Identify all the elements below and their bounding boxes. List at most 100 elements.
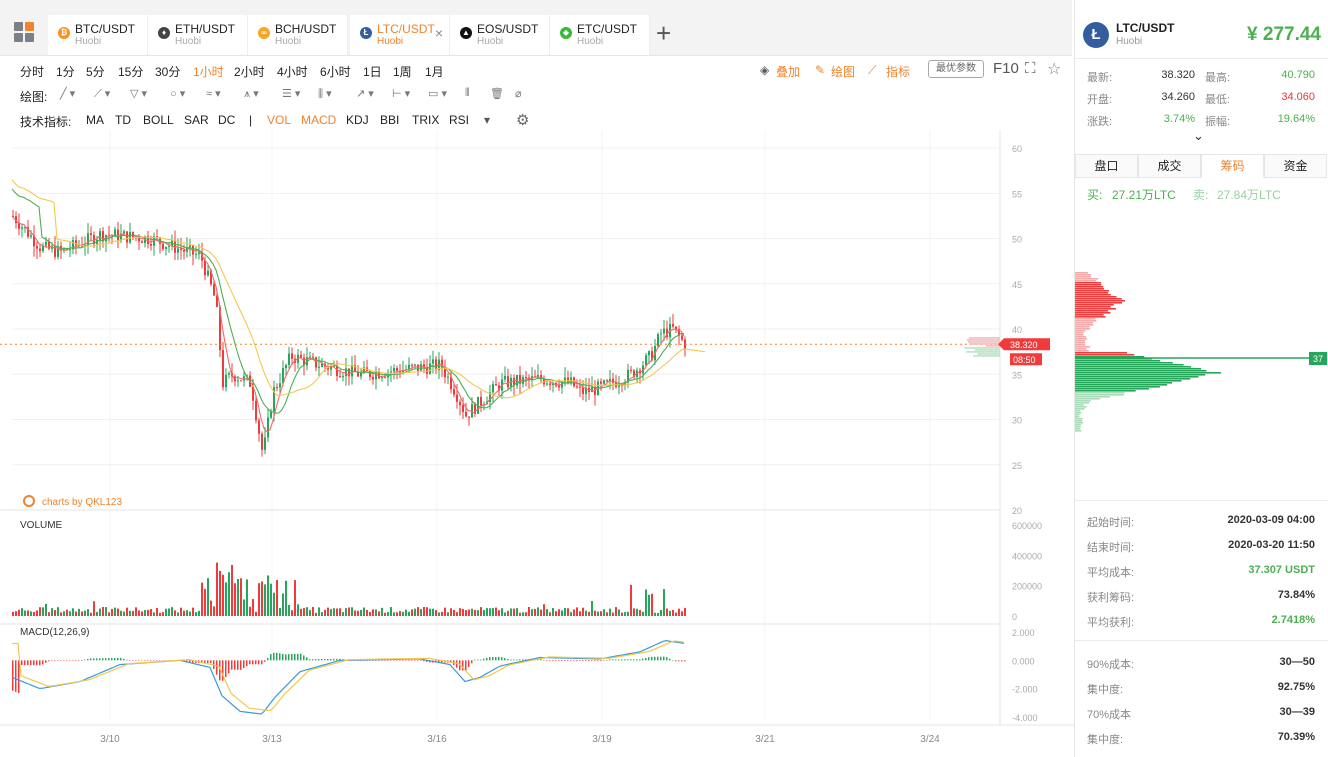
more-indicators-icon[interactable]: ▾ [484, 113, 490, 127]
pen-icon[interactable]: ✎ [815, 63, 825, 77]
indicator-vol[interactable]: VOL [267, 113, 291, 127]
app-grid-icon[interactable] [14, 22, 36, 44]
candle-body [657, 334, 659, 346]
indicator-dc[interactable]: DC [218, 113, 235, 127]
layers-icon[interactable]: ◈ [760, 63, 769, 77]
chip-bar [1075, 352, 1128, 354]
wave-tool-icon[interactable]: ≈ ▾ [206, 87, 221, 100]
chip-bar [1075, 398, 1100, 400]
fib-tool-icon[interactable]: ☰ ▾ [282, 87, 300, 100]
circle-tool-icon[interactable]: ○ ▾ [170, 87, 185, 100]
indicator-button[interactable]: 指标 [886, 63, 910, 80]
timeframe-0[interactable]: 分时 [20, 63, 44, 80]
arrow-tool-icon[interactable]: ↗ ▾ [356, 87, 374, 100]
timeframe-7[interactable]: 4小时 [277, 63, 308, 80]
indicator-rsi[interactable]: RSI [449, 113, 469, 127]
pattern-tool-icon[interactable]: ⩚ ▾ [244, 87, 259, 101]
macd-bar [405, 660, 407, 661]
candle-body [432, 359, 434, 364]
timeframe-5[interactable]: 1小时 [193, 63, 224, 80]
macd-bar [303, 655, 305, 661]
settings-gear-icon[interactable]: ⚙ [516, 111, 529, 129]
timeframe-8[interactable]: 6小时 [320, 63, 351, 80]
eraser-icon[interactable]: ⌀ [515, 87, 522, 100]
chip-bar [1075, 316, 1106, 318]
line-tool-icon[interactable]: ╱ ▾ [60, 87, 75, 100]
panel-tab-2[interactable]: 筹码 [1201, 154, 1264, 178]
tab-btc[interactable]: ₿ BTC/USDT Huobi [48, 15, 148, 55]
chart-line-icon[interactable]: ⟋ [868, 63, 876, 78]
macd-bar [81, 660, 83, 661]
tab-etc[interactable]: ◆ ETC/USDT Huobi [550, 15, 650, 55]
tab-eos[interactable]: ▲ EOS/USDT Huobi [450, 15, 550, 55]
add-tab-icon[interactable]: + [656, 20, 671, 46]
volume-bar [342, 612, 344, 616]
macd-bar [252, 660, 254, 665]
volume-bars [12, 562, 686, 616]
price-chart[interactable]: 60 55 50 45 40 35 30 25 20 3/10 3/13 3/16 3/19 3/21 3/… [0, 130, 1074, 757]
trash-icon[interactable]: 🗑 [490, 87, 504, 100]
indicator-bbi[interactable]: BBI [380, 113, 399, 127]
channel-tool-icon[interactable]: ▽ ▾ [130, 87, 147, 100]
indicator-trix[interactable]: TRIX [412, 113, 439, 127]
tab-pair: ETH/USDT [175, 22, 235, 36]
candle-body [342, 376, 344, 378]
candle-body [681, 335, 683, 340]
indicator-ma[interactable]: MA [86, 113, 104, 127]
close-tab-icon[interactable]: × [435, 25, 443, 41]
timeframe-11[interactable]: 1月 [425, 63, 444, 80]
gann-tool-icon[interactable]: ⫼ ▾ [318, 87, 332, 101]
measure-tool-icon[interactable]: ⊢ ▾ [392, 87, 410, 100]
macd-bar [330, 658, 332, 661]
star-icon[interactable]: ☆ [1047, 59, 1061, 79]
info-value: 37.307 USDT [1248, 564, 1315, 576]
panel-tab-0[interactable]: 盘口 [1075, 154, 1138, 178]
macd-bar [600, 660, 602, 662]
panel-tab-3[interactable]: 资金 [1264, 154, 1327, 178]
f10-button[interactable]: F10 [993, 60, 1019, 77]
tab-bch[interactable]: ∞ BCH/USDT Huobi [248, 15, 348, 55]
macd-bar [621, 659, 623, 661]
indicator-kdj[interactable]: KDJ [346, 113, 369, 127]
timeframe-2[interactable]: 5分 [86, 63, 105, 80]
timeframe-3[interactable]: 15分 [118, 63, 143, 80]
chevron-down-icon[interactable]: ⌄ [1193, 128, 1204, 144]
volume-bar [681, 611, 683, 616]
tab-ltc[interactable]: Ł LTC/USDT Huobi × [350, 15, 450, 55]
time-tag-text: 08:50 [1013, 355, 1036, 365]
chip-bar [1075, 338, 1088, 340]
chip-bar [1075, 380, 1182, 382]
volume-bar [672, 610, 674, 616]
macd-bar [291, 654, 293, 661]
tab-eth[interactable]: ♦ ETH/USDT Huobi [148, 15, 248, 55]
draw-button[interactable]: 绘图 [831, 63, 855, 80]
macd-tick-label: 0.000 [1012, 656, 1035, 666]
timeframe-4[interactable]: 30分 [155, 63, 180, 80]
optimal-params-button[interactable]: 最优参数 [928, 60, 984, 78]
timeframe-6[interactable]: 2小时 [234, 63, 265, 80]
panel-tab-1[interactable]: 成交 [1138, 154, 1201, 178]
bars-tool-icon[interactable]: ⫴ [465, 87, 470, 100]
volume-bar [417, 607, 419, 616]
volume-bar [315, 612, 317, 616]
timeframe-10[interactable]: 1周 [393, 63, 412, 80]
timeframe-1[interactable]: 1分 [56, 63, 75, 80]
fullscreen-icon[interactable]: ⛶ [1025, 60, 1036, 77]
macd-bar [135, 660, 137, 661]
indicator-sar[interactable]: SAR [184, 113, 209, 127]
volume-bar [537, 607, 539, 616]
indicator-macd[interactable]: MACD [301, 113, 336, 127]
timeframe-9[interactable]: 1日 [363, 63, 382, 80]
overlay-button[interactable]: 叠加 [776, 63, 800, 80]
x-tick-label: 3/24 [920, 734, 940, 745]
comment-tool-icon[interactable]: ▭ ▾ [428, 87, 447, 100]
chip-bar [1075, 278, 1099, 280]
indicator-td[interactable]: TD [115, 113, 131, 127]
indicator-boll[interactable]: BOLL [143, 113, 174, 127]
volume-bar [99, 608, 101, 616]
ray-tool-icon[interactable]: ⟋ ▾ [94, 87, 110, 101]
chip-bar [1075, 382, 1172, 384]
macd-bar [117, 657, 119, 661]
macd-bar [594, 660, 596, 662]
macd-bar [69, 660, 71, 661]
